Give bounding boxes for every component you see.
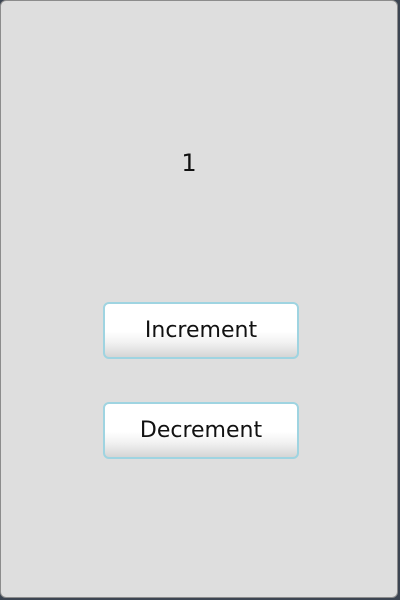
decrement-button[interactable]: Decrement <box>103 402 299 459</box>
increment-button[interactable]: Increment <box>103 302 299 359</box>
counter-value: 1 <box>181 149 197 177</box>
app-window: 1 Increment Decrement <box>0 0 398 598</box>
